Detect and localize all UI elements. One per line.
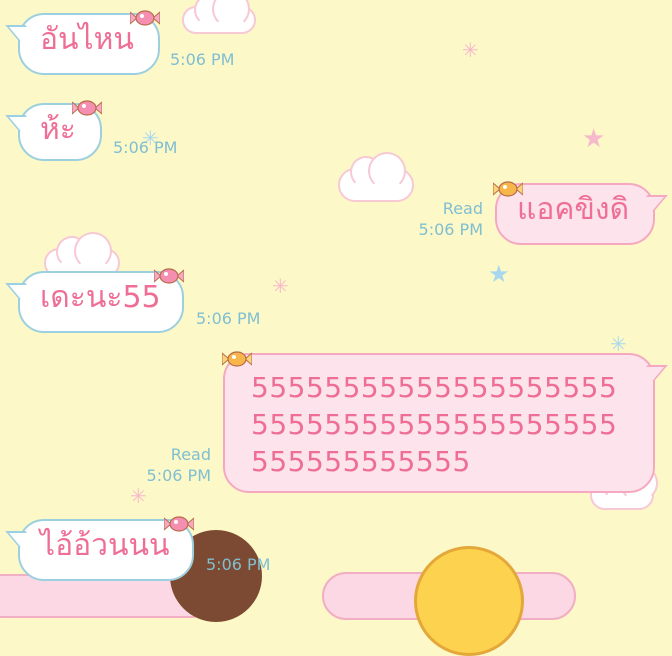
message-text: ไอ้อ้วนนน [40,528,170,563]
message-time: 5:06 PM [170,50,235,69]
message-time: 5:06 PM [196,309,261,328]
message-time: 5:06 PM [113,138,178,157]
bubble-tail [5,283,39,299]
character-decoration [414,546,524,656]
bubble-tail [634,365,668,381]
bubble-tail [5,531,39,547]
message-text: อันไหน [40,22,134,57]
star-icon: ✳ [272,274,289,298]
candy-icon [154,268,184,284]
bubble-tail [634,195,668,211]
star-icon: ✳ [462,38,479,62]
message-text: เดะนะ55 [40,280,161,315]
message-text: 5555555555555555555555555555555555555555… [251,371,618,478]
message-text: แอคขิงดิ [517,192,630,227]
candy-icon [130,10,160,26]
message-time: 5:06 PM [206,555,271,574]
candy-icon [222,351,252,367]
cloud-decoration [338,152,414,202]
candy-icon [493,181,523,197]
read-receipt: Read [442,199,483,218]
read-receipt: Read [170,445,211,464]
bubble-tail [5,115,39,131]
message-time: 5:06 PM [418,220,483,239]
cloud-decoration [182,0,256,34]
candy-icon [164,516,194,532]
message-time: 5:06 PM [146,466,211,485]
star-icon: ✳ [610,332,627,356]
candy-icon [72,100,102,116]
message-text: ห้ะ [40,112,76,147]
bubble-tail [5,25,39,41]
message-bubble[interactable]: 5555555555555555555555555555555555555555… [223,353,668,493]
star-icon: ★ [488,260,510,288]
star-icon: ★ [582,124,606,154]
star-icon: ✳ [130,484,147,508]
chat-area: ✳ ★ ✳ ★ ✳ ✳ ✳ อันไหน 5:06 PM ห้ะ 5:06 PM… [0,0,672,656]
